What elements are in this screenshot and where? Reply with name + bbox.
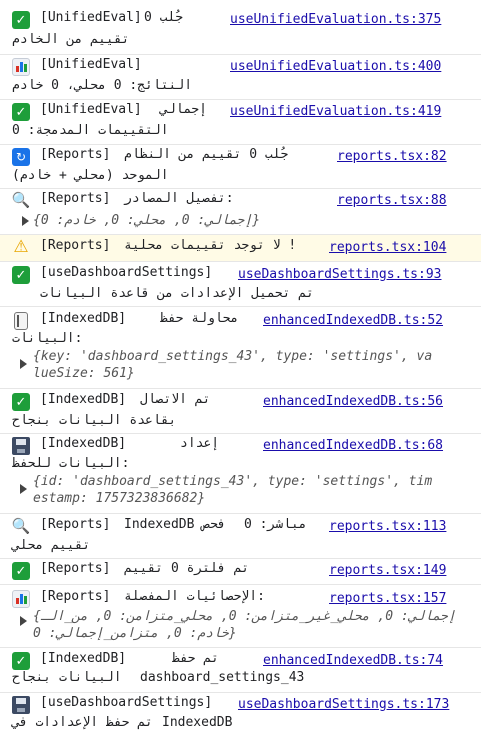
log-tag: [Reports] bbox=[40, 517, 111, 532]
console-message-row: [UnifiedEval] useUnifiedEvaluation.ts:40… bbox=[0, 55, 481, 100]
console-panel: ✓ [UnifiedEval] جُلب 0 useUnifiedEvaluat… bbox=[0, 0, 481, 743]
log-message-continued: البيانات للحفظ: bbox=[12, 456, 130, 471]
log-tag: [Reports] bbox=[40, 238, 111, 253]
expand-triangle-icon[interactable] bbox=[22, 216, 29, 226]
source-link[interactable]: useUnifiedEvaluation.ts:419 bbox=[230, 102, 441, 122]
refresh-icon: ↻ bbox=[12, 148, 30, 166]
bar-chart-icon bbox=[12, 590, 30, 608]
ledger-icon bbox=[14, 312, 28, 330]
console-message-row: ✓ [Reports] تم فلترة 0 تقييم reports.tsx… bbox=[0, 559, 481, 585]
log-message-continued: الموحد (محلي + خادم) bbox=[12, 168, 169, 183]
log-message-continued: تقييم من الخادم bbox=[12, 32, 130, 47]
log-message-continued: التقييمات المدمجة: 0 bbox=[12, 123, 169, 138]
log-message: تم حفظ الإعدادات في bbox=[12, 715, 153, 730]
console-message-row: [Reports] الإحصائيات المفصلة: reports.ts… bbox=[0, 585, 481, 648]
source-link[interactable]: useDashboardSettings.ts:173 bbox=[238, 695, 449, 715]
console-message-row: ↻ [Reports] جُلب 0 تقييم من النظام repor… bbox=[0, 145, 481, 189]
log-tag: [useDashboardSettings] bbox=[40, 695, 213, 710]
console-message-row: ✓ [IndexedDB] تم الاتصال enhancedIndexed… bbox=[0, 389, 481, 434]
console-message-row: ✓ [UnifiedEval] إجمالي useUnifiedEvaluat… bbox=[0, 100, 481, 145]
source-link[interactable]: enhancedIndexedDB.ts:68 bbox=[263, 436, 443, 456]
expand-triangle-icon[interactable] bbox=[20, 359, 27, 369]
source-link[interactable]: reports.tsx:104 bbox=[329, 238, 446, 258]
source-link[interactable]: reports.tsx:149 bbox=[329, 561, 446, 581]
magnifier-icon: 🔍 bbox=[11, 517, 31, 535]
log-key-name: dashboard_settings_43 bbox=[140, 670, 305, 685]
log-tag: [Reports] bbox=[40, 589, 111, 604]
log-message: جُلب 0 تقييم من النظام bbox=[124, 147, 289, 162]
log-tag: [IndexedDB] bbox=[40, 436, 127, 451]
source-link[interactable]: enhancedIndexedDB.ts:56 bbox=[263, 392, 443, 412]
log-tag: [Reports] bbox=[40, 191, 111, 206]
log-message: لا توجد تقييمات محلية ! bbox=[124, 238, 297, 253]
log-tag: [UnifiedEval] bbox=[40, 57, 142, 72]
floppy-disk-icon bbox=[12, 696, 30, 714]
log-message: محاولة حفظ bbox=[160, 311, 239, 326]
source-link[interactable]: enhancedIndexedDB.ts:52 bbox=[263, 311, 443, 331]
console-message-row: [IndexedDB] محاولة حفظ enhancedIndexedDB… bbox=[0, 307, 481, 389]
logged-object-continued: خادم: 0, متزامن_إجمالي: 0} bbox=[33, 626, 237, 641]
log-message: إجمالي bbox=[160, 102, 207, 117]
log-tag: [UnifiedEval] bbox=[40, 102, 142, 117]
log-tag: [IndexedDB] bbox=[40, 651, 127, 666]
source-link[interactable]: reports.tsx:113 bbox=[329, 517, 446, 537]
logged-object-continued: estamp: 1757323836682} bbox=[33, 491, 206, 506]
log-message-prefix: مباشر: 0 bbox=[244, 517, 307, 532]
console-message-row: [useDashboardSettings] useDashboardSetti… bbox=[0, 693, 481, 743]
log-message: تم تحميل الإعدادات من قاعدة البيانات bbox=[40, 286, 314, 301]
check-mark-icon: ✓ bbox=[12, 393, 30, 411]
log-message: تم حفظ bbox=[172, 651, 219, 666]
log-message: IndexedDB فحص bbox=[124, 517, 226, 532]
source-link[interactable]: useDashboardSettings.ts:93 bbox=[238, 265, 442, 285]
console-message-row: 🔍 [Reports] IndexedDB فحص مباشر: 0 repor… bbox=[0, 514, 481, 559]
floppy-disk-icon bbox=[12, 437, 30, 455]
log-tag: [Reports] bbox=[40, 561, 111, 576]
log-message: الإحصائيات المفصلة: bbox=[124, 589, 265, 604]
log-message: تفصيل المصادر: bbox=[124, 191, 234, 206]
check-mark-icon: ✓ bbox=[12, 11, 30, 29]
log-tag: [IndexedDB] bbox=[40, 311, 127, 326]
source-link[interactable]: useUnifiedEvaluation.ts:400 bbox=[230, 57, 441, 77]
log-tag: [IndexedDB] bbox=[40, 392, 127, 407]
log-tag: [Reports] bbox=[40, 147, 111, 162]
console-message-row: ✓ [IndexedDB] تم حفظ enhancedIndexedDB.t… bbox=[0, 648, 481, 693]
log-message-continued: بقاعدة البيانات بنجاح bbox=[12, 413, 177, 428]
bar-chart-icon bbox=[12, 58, 30, 76]
logged-object-continued: lueSize: 561} bbox=[33, 366, 135, 381]
source-link[interactable]: reports.tsx:88 bbox=[337, 191, 447, 211]
source-link[interactable]: useUnifiedEvaluation.ts:375 bbox=[230, 10, 441, 30]
console-warning-row: ⚠ [Reports] لا توجد تقييمات محلية ! repo… bbox=[0, 235, 481, 262]
log-message-continued: البيانات: bbox=[12, 331, 83, 346]
source-link[interactable]: reports.tsx:157 bbox=[329, 589, 446, 609]
check-mark-icon: ✓ bbox=[12, 103, 30, 121]
log-message-continued: البيانات بنجاح bbox=[12, 670, 122, 685]
expand-triangle-icon[interactable] bbox=[20, 484, 27, 494]
log-message: جُلب 0 bbox=[144, 10, 184, 25]
log-tag: [useDashboardSettings] bbox=[40, 265, 213, 280]
warning-icon: ⚠ bbox=[13, 237, 29, 257]
console-message-row: 🔍 [Reports] تفصيل المصادر: reports.tsx:8… bbox=[0, 189, 481, 235]
logged-object[interactable]: {إجمالي: 0, محلي: 0, خادم: 0} bbox=[33, 211, 260, 231]
console-message-row: [IndexedDB] إعداد enhancedIndexedDB.ts:6… bbox=[0, 434, 481, 514]
log-message-continued: تقييم محلي bbox=[12, 538, 91, 553]
expand-triangle-icon[interactable] bbox=[20, 616, 27, 626]
log-message: تم الاتصال bbox=[140, 392, 211, 407]
log-message: تم فلترة 0 تقييم bbox=[124, 561, 250, 576]
check-mark-icon: ✓ bbox=[12, 562, 30, 580]
log-store-name: IndexedDB bbox=[162, 715, 233, 730]
log-message: النتائج: 0 محلي، 0 خادم bbox=[12, 78, 193, 93]
log-message: إعداد bbox=[180, 436, 220, 451]
console-message-row: ✓ [UnifiedEval] جُلب 0 useUnifiedEvaluat… bbox=[0, 0, 481, 55]
check-mark-icon: ✓ bbox=[12, 266, 30, 284]
log-tag: [UnifiedEval] bbox=[40, 10, 142, 25]
magnifier-icon: 🔍 bbox=[11, 191, 31, 209]
source-link[interactable]: reports.tsx:82 bbox=[337, 147, 447, 167]
console-message-row: ✓ [useDashboardSettings] useDashboardSet… bbox=[0, 262, 481, 307]
